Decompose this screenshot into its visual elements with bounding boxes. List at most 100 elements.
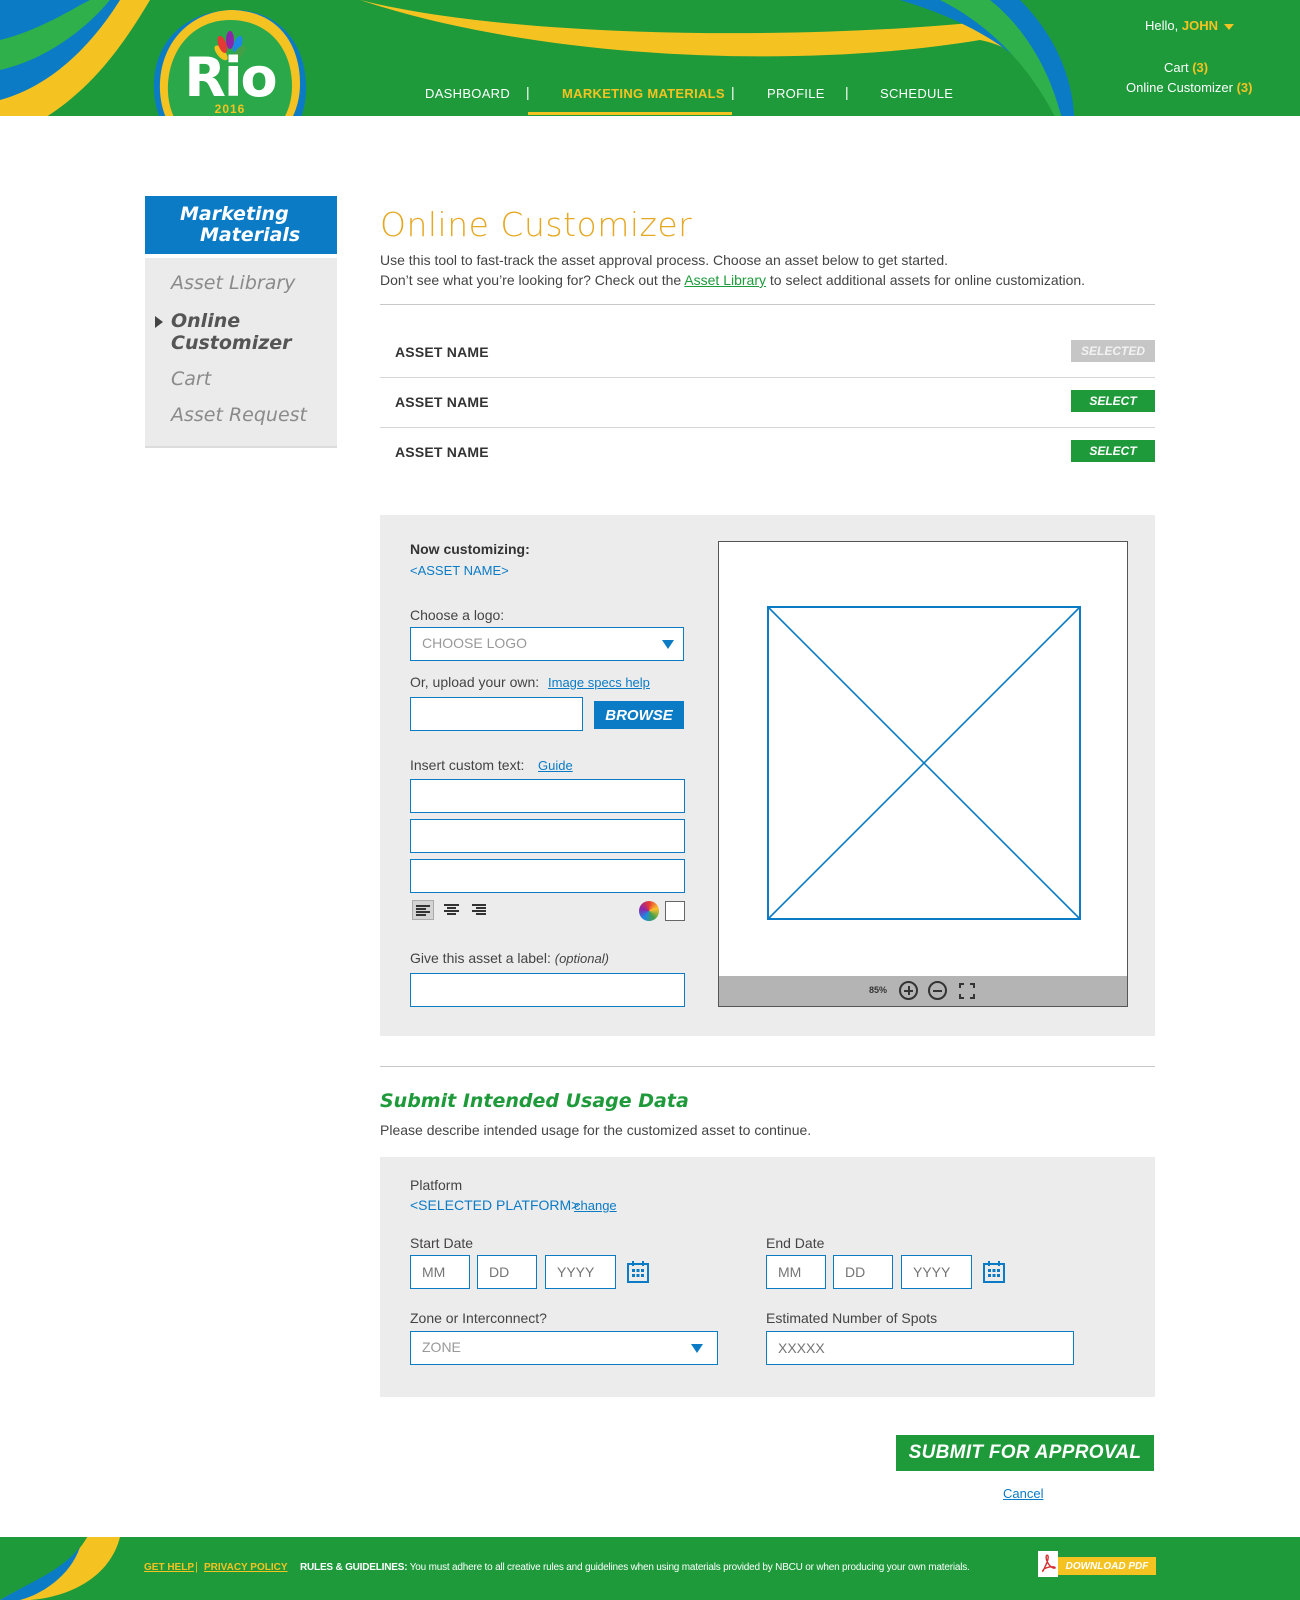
start-date-year-input[interactable] — [545, 1255, 616, 1289]
upload-label: Or, upload your own: — [410, 674, 540, 690]
asset-name: ASSET NAME — [395, 394, 489, 410]
custom-text-label: Insert custom text: — [410, 757, 525, 773]
dropdown-arrow-icon — [662, 640, 674, 649]
spots-label: Estimated Number of Spots — [766, 1310, 938, 1326]
sidebar-item-online-customizer[interactable]: Online Customizer — [171, 310, 321, 354]
spots-input[interactable] — [766, 1331, 1074, 1365]
get-help-link[interactable]: GET HELP — [144, 1562, 194, 1573]
sidebar-menu: Asset Library Online Customizer Cart Ass… — [145, 258, 337, 448]
header-cart-link[interactable]: Cart (3) — [1164, 60, 1208, 75]
asset-row: ASSET NAME SELECTED — [380, 328, 1155, 378]
sidebar-item-asset-library[interactable]: Asset Library — [171, 272, 295, 294]
zoom-in-icon[interactable] — [899, 981, 918, 1000]
color-picker-icon[interactable] — [639, 901, 659, 921]
start-date-day-input[interactable] — [477, 1255, 537, 1289]
align-right-button[interactable] — [469, 900, 491, 920]
cart-count: (3) — [1192, 60, 1209, 75]
platform-label: Platform — [410, 1177, 463, 1193]
sidebar-item-cart[interactable]: Cart — [171, 368, 211, 390]
header-online-customizer-link[interactable]: Online Customizer (3) — [1126, 80, 1252, 95]
end-date-month-input[interactable] — [766, 1255, 826, 1289]
user-menu[interactable]: Hello, JOHN — [1145, 18, 1234, 33]
nav-dashboard[interactable]: DASHBOARD — [425, 86, 510, 101]
submit-for-approval-button[interactable]: SUBMIT FOR APPROVAL — [896, 1435, 1154, 1471]
hello-label: Hello, — [1145, 18, 1179, 33]
custom-text-input-2[interactable] — [410, 819, 685, 853]
choose-logo-value: CHOOSE LOGO — [422, 635, 528, 651]
intro-line2-before: Don’t see what you’re looking for? Check… — [380, 272, 685, 288]
intro-line2-after: to select additional assets for online c… — [766, 272, 1086, 288]
nav-marketing-materials[interactable]: MARKETING MATERIALS — [562, 86, 725, 101]
rules-guidelines-text: RULES & GUIDELINES: You must adhere to a… — [300, 1562, 970, 1573]
preview-toolbar: 85% — [719, 976, 1127, 1006]
triangle-right-icon — [155, 316, 163, 328]
color-swatch[interactable] — [665, 901, 685, 921]
calendar-icon[interactable] — [626, 1260, 650, 1284]
change-platform-link[interactable]: change — [574, 1198, 617, 1213]
nav-profile[interactable]: PROFILE — [767, 86, 825, 101]
asset-library-link[interactable]: Asset Library — [684, 272, 766, 288]
image-placeholder-icon — [767, 606, 1081, 920]
rules-body: You must adhere to all creative rules an… — [409, 1562, 970, 1573]
sidebar-title-line2: Materials — [200, 224, 301, 246]
calendar-icon[interactable] — [982, 1260, 1006, 1284]
logo-text: Rio — [184, 46, 277, 109]
zone-value: ZONE — [422, 1339, 461, 1355]
pdf-icon — [1038, 1551, 1058, 1577]
choose-logo-select[interactable]: CHOOSE LOGO — [410, 627, 684, 661]
customizer-panel: Now customizing: <ASSET NAME> Choose a l… — [380, 515, 1155, 1036]
intro-text: Use this tool to fast-track the asset ap… — [380, 250, 1085, 290]
end-date-label: End Date — [766, 1235, 825, 1251]
image-specs-help-link[interactable]: Image specs help — [548, 675, 650, 690]
zone-select[interactable]: ZONE — [410, 1331, 718, 1365]
custom-text-input-3[interactable] — [410, 859, 685, 893]
browse-button[interactable]: BROWSE — [594, 701, 684, 729]
asset-label-text: Give this asset a label: — [410, 950, 551, 966]
asset-select-button[interactable]: SELECT — [1071, 390, 1155, 412]
asset-row: ASSET NAME SELECT — [380, 428, 1155, 478]
asset-name: ASSET NAME — [395, 444, 489, 460]
user-name: JOHN — [1181, 18, 1218, 33]
zone-label: Zone or Interconnect? — [410, 1310, 547, 1326]
footer-swoosh-decoration — [0, 1537, 120, 1600]
end-date-day-input[interactable] — [833, 1255, 893, 1289]
usage-panel: Platform <SELECTED PLATFORM> change Star… — [380, 1157, 1155, 1397]
guide-link[interactable]: Guide — [538, 758, 573, 773]
rio-logo[interactable]: Rio 2016 — [150, 6, 310, 116]
optional-text: (optional) — [554, 951, 609, 966]
align-left-button[interactable] — [412, 900, 434, 920]
align-center-button[interactable] — [441, 900, 463, 920]
sidebar-item-asset-request[interactable]: Asset Request — [171, 404, 307, 426]
cancel-link[interactable]: Cancel — [1003, 1486, 1043, 1501]
asset-selected-button[interactable]: SELECTED — [1071, 340, 1155, 362]
page-title: Online Customizer — [380, 205, 693, 244]
upload-file-input[interactable] — [410, 697, 583, 731]
nav-schedule[interactable]: SCHEDULE — [880, 86, 953, 101]
intro-line1: Use this tool to fast-track the asset ap… — [380, 252, 949, 268]
divider — [380, 1066, 1155, 1067]
now-customizing-label: Now customizing: — [410, 541, 530, 557]
nav-active-underline — [528, 112, 732, 115]
end-date-year-input[interactable] — [901, 1255, 972, 1289]
asset-label-input[interactable] — [410, 973, 685, 1007]
download-pdf-button[interactable]: DOWNLOAD PDF — [1058, 1557, 1156, 1575]
nav-separator: | — [731, 84, 735, 100]
intro-line2: Don’t see what you’re looking for? Check… — [380, 270, 1085, 290]
asset-preview: 85% — [718, 541, 1128, 1007]
start-date-month-input[interactable] — [410, 1255, 470, 1289]
usage-description: Please describe intended usage for the c… — [380, 1122, 812, 1138]
custom-text-input-1[interactable] — [410, 779, 685, 813]
footer: GET HELP | PRIVACY POLICY RULES & GUIDEL… — [0, 1537, 1300, 1600]
start-date-label: Start Date — [410, 1235, 474, 1251]
zoom-out-icon[interactable] — [928, 981, 947, 1000]
footer-separator: | — [195, 1561, 198, 1573]
divider — [380, 304, 1155, 305]
logo-year: 2016 — [214, 102, 246, 116]
asset-label-label: Give this asset a label: (optional) — [410, 950, 609, 966]
online-customizer-count: (3) — [1236, 80, 1253, 95]
header: Rio 2016 DASHBOARD | MARKETING MATERIALS… — [0, 0, 1300, 116]
fullscreen-icon[interactable] — [959, 983, 975, 999]
chevron-down-icon — [1223, 23, 1234, 30]
privacy-policy-link[interactable]: PRIVACY POLICY — [204, 1562, 288, 1573]
asset-select-button[interactable]: SELECT — [1071, 440, 1155, 462]
